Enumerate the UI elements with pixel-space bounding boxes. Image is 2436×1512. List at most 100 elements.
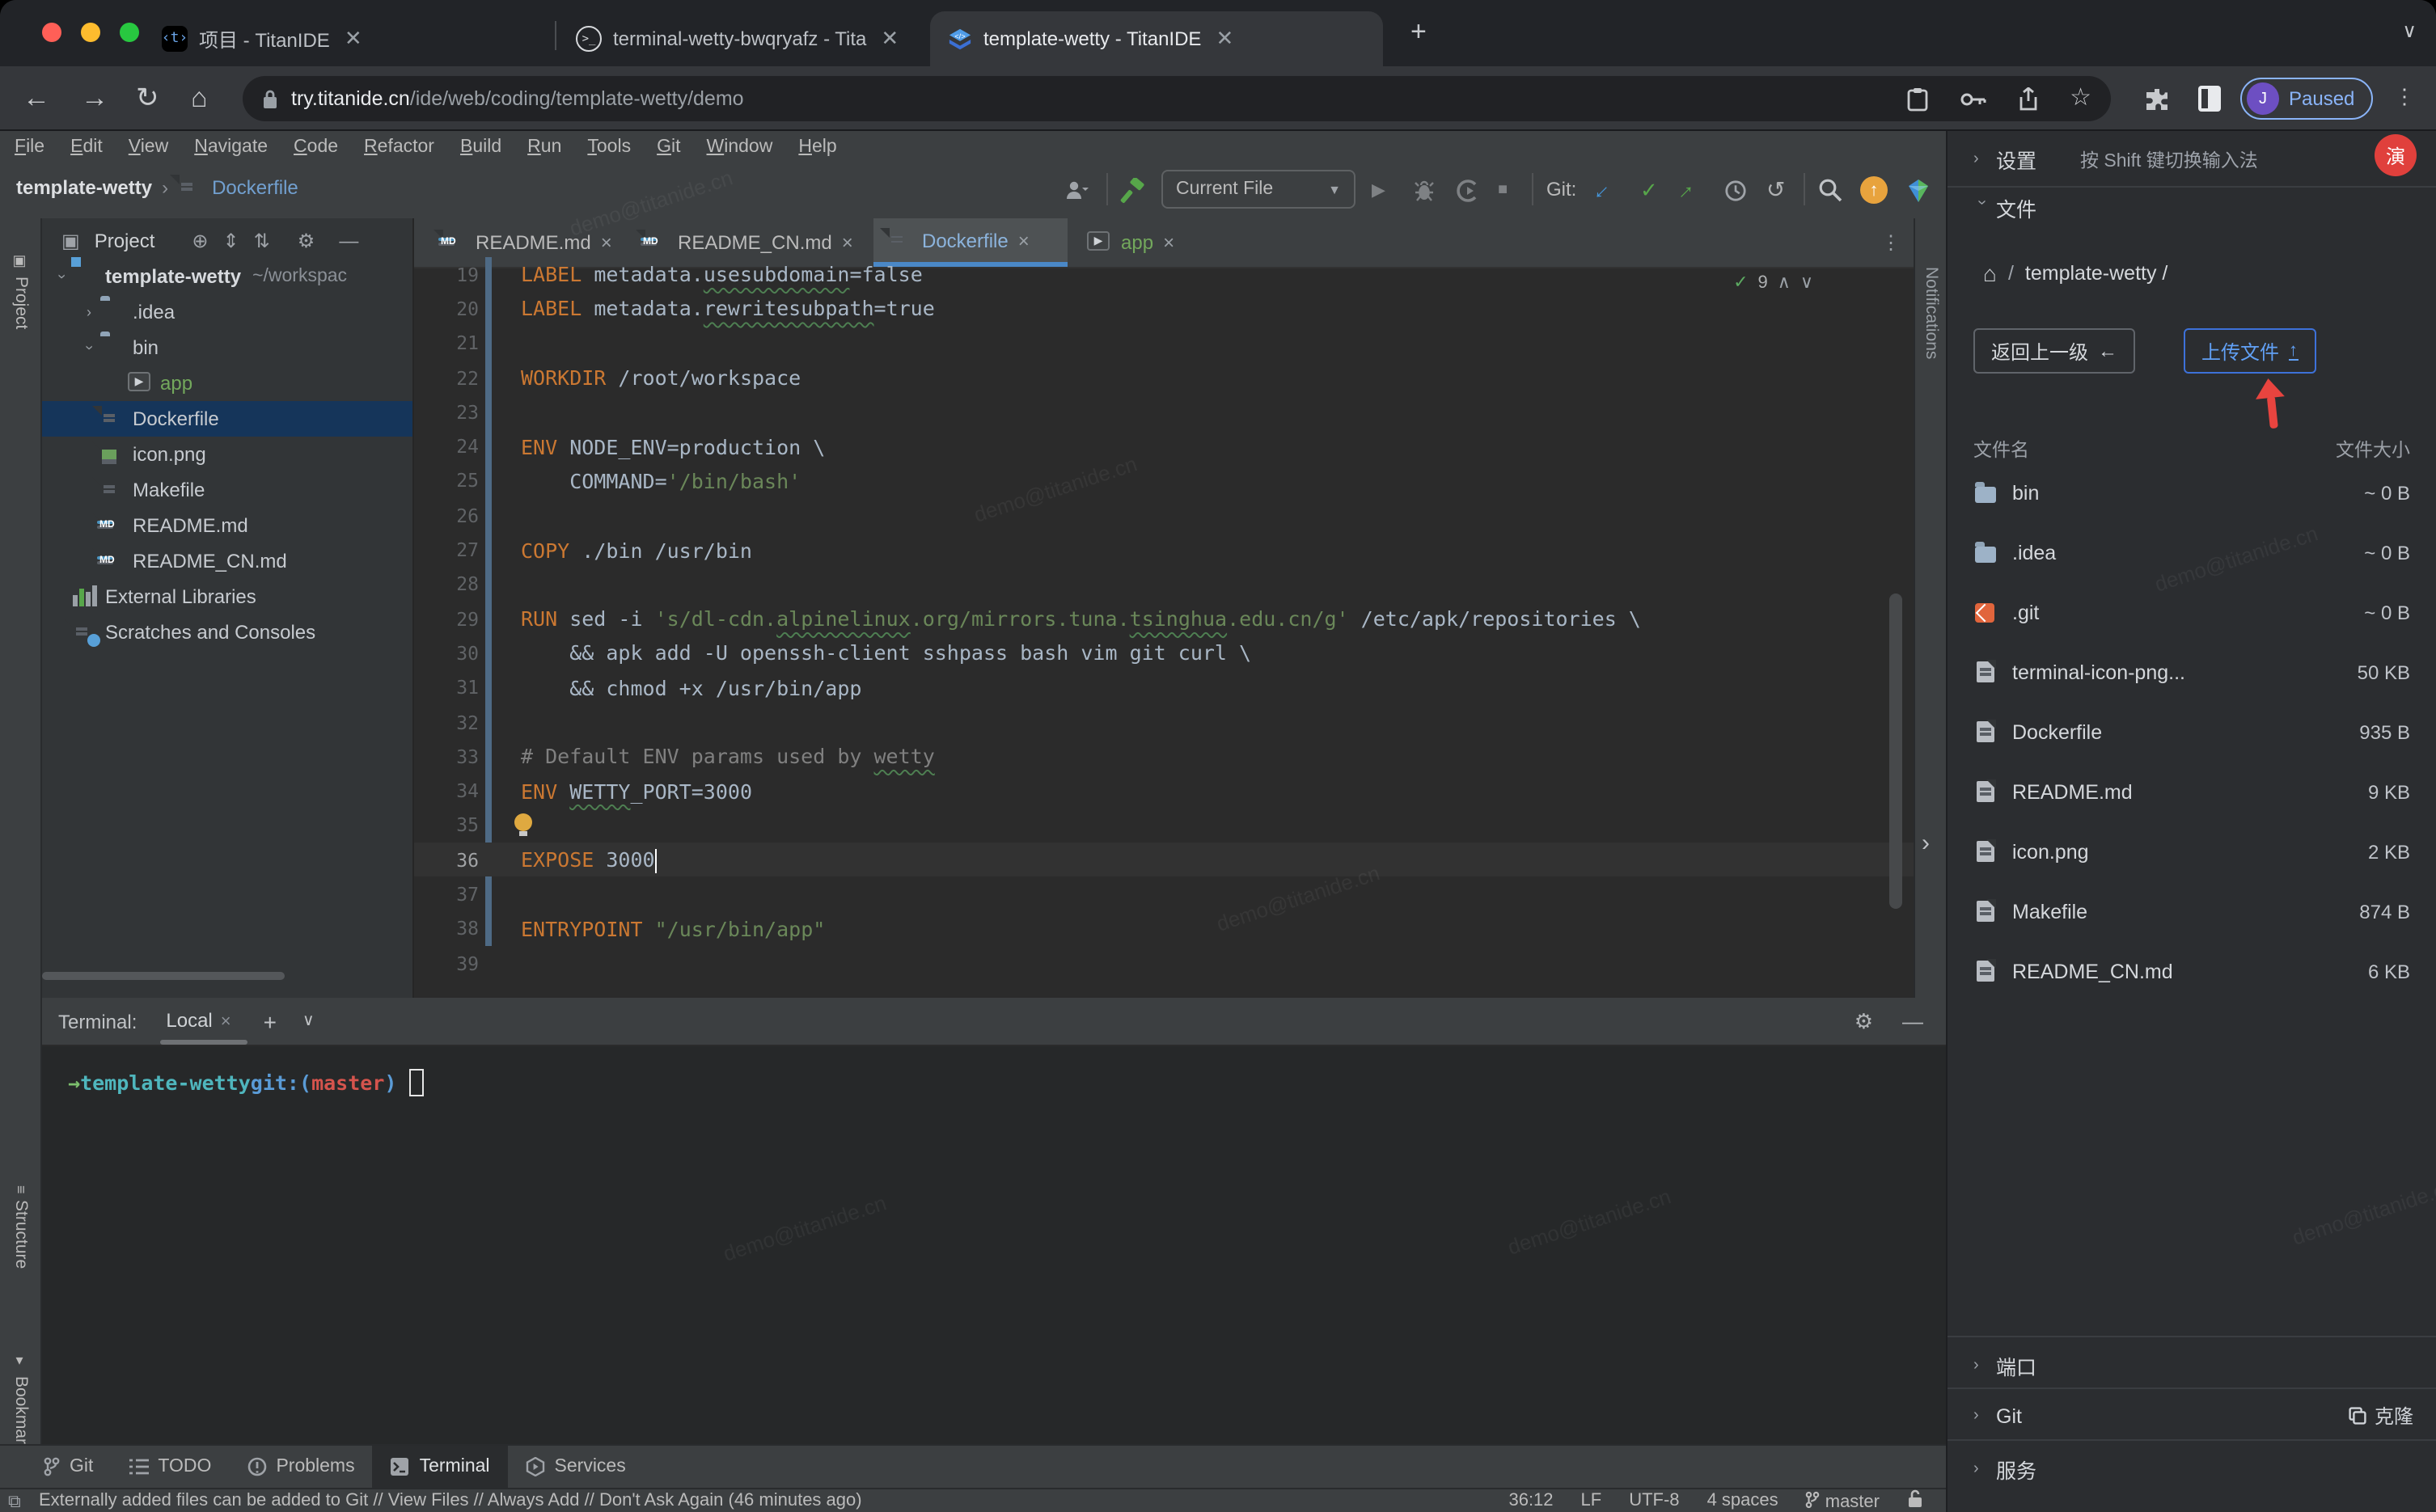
run-configuration-select[interactable]: Current File ▼ (1161, 170, 1355, 209)
file-row[interactable]: README_CN.md 6 KB (1973, 941, 2410, 1001)
tree-item[interactable]: icon.png (42, 437, 412, 472)
status-item[interactable]: LF (1581, 1491, 1602, 1510)
tree-item[interactable]: Scratches and Consoles (42, 615, 412, 650)
menu-code[interactable]: Code (294, 137, 338, 156)
menu-help[interactable]: Help (798, 137, 836, 156)
settings-section[interactable]: › 设置 (1973, 144, 2036, 175)
menu-edit[interactable]: Edit (70, 137, 103, 156)
editor-tabs-more-icon[interactable]: ⋮ (1881, 231, 1901, 254)
back-icon[interactable]: ← (23, 79, 50, 118)
toolwindow-button-terminal[interactable]: Terminal (372, 1446, 508, 1488)
code-line[interactable]: 31 && chmod +x /usr/bin/app (414, 670, 1914, 705)
home-icon[interactable]: ⌂ (1983, 260, 1997, 286)
unlock-icon[interactable] (1907, 1489, 1923, 1512)
address-bar[interactable]: try.titanide.cn/ide/web/coding/template-… (243, 76, 2111, 121)
side-panel-icon[interactable] (2198, 86, 2221, 112)
status-item[interactable]: 4 spaces (1707, 1491, 1778, 1510)
section-git[interactable]: › Git 克隆 (1973, 1402, 2413, 1430)
menu-window[interactable]: Window (707, 137, 773, 156)
panel-settings-gear-icon[interactable]: ⚙ (298, 230, 315, 252)
git-push-icon[interactable]: ↑ (1671, 173, 1705, 207)
files-path[interactable]: ⌂ / template-wetty / (1983, 260, 2167, 286)
stripe-structure-tab[interactable]: ≡ Structure (0, 1185, 42, 1269)
tree-item[interactable]: External Libraries (42, 579, 412, 615)
bookmark-star-icon[interactable]: ☆ (2070, 86, 2091, 110)
tree-item[interactable]: › .idea (42, 294, 412, 330)
terminal-tab-local[interactable]: Local × (159, 1008, 247, 1044)
upload-file-button[interactable]: 上传文件 ↑ (2184, 328, 2316, 374)
file-row[interactable]: Dockerfile 935 B (1973, 702, 2410, 762)
debug-bug-icon[interactable] (1414, 171, 1435, 209)
code-line[interactable]: 29 RUN sed -i 's/dl-cdn.alpinelinux.org/m… (414, 602, 1914, 636)
code-line[interactable]: 30 && apk add -U openssh-client sshpass … (414, 636, 1914, 671)
browser-tab[interactable]: >_ terminal-wetty-bwqryafz - Tita ✕ (560, 11, 928, 66)
menu-navigate[interactable]: Navigate (194, 137, 268, 156)
files-section-header[interactable]: › 文件 (1973, 192, 2036, 223)
toolwindow-button-services[interactable]: Services (508, 1446, 644, 1488)
project-panel-title[interactable]: Project (95, 230, 155, 252)
code-line[interactable]: 25 COMMAND='/bin/bash' (414, 464, 1914, 499)
close-icon[interactable]: × (221, 1012, 231, 1031)
code-line[interactable]: 19 LABEL metadata.usesubdomain=false (414, 257, 1914, 292)
code-line[interactable]: 36 EXPOSE 3000 (414, 843, 1914, 877)
file-row[interactable]: terminal-icon-png... 50 KB (1973, 642, 2410, 702)
toolwindow-button-todo[interactable]: TODO (111, 1446, 229, 1488)
code-line[interactable]: 27 COPY ./bin /usr/bin (414, 533, 1914, 568)
close-tab-icon[interactable]: × (1163, 231, 1174, 254)
home-icon[interactable]: ⌂ (191, 79, 208, 118)
stripe-project-tab[interactable]: ▣ Project (0, 254, 42, 329)
search-everywhere-icon[interactable] (1818, 171, 1842, 209)
close-window-button[interactable] (42, 23, 61, 42)
tree-item[interactable]: Makefile (42, 472, 412, 508)
breadcrumb[interactable]: template-wetty › Dockerfile (16, 176, 298, 199)
upgrade-orange-icon[interactable]: ↑ (1860, 171, 1888, 209)
section-ports[interactable]: › 端口 (1973, 1350, 2413, 1381)
breadcrumb-file[interactable]: Dockerfile (212, 176, 298, 199)
code-line[interactable]: 37 (414, 877, 1914, 912)
code-line[interactable]: 21 (414, 326, 1914, 361)
back-up-level-button[interactable]: 返回上一级 ← (1973, 328, 2136, 374)
status-item[interactable]: UTF-8 (1629, 1491, 1679, 1510)
terminal-dropdown-chevron-icon[interactable]: ∨ (302, 1012, 315, 1030)
close-tab-icon[interactable]: ✕ (878, 26, 902, 52)
history-clock-icon[interactable] (1724, 171, 1747, 209)
code-line[interactable]: 38 ENTRYPOINT "/usr/bin/app" (414, 911, 1914, 946)
browser-menu-kebab-icon[interactable]: ⋮ (2394, 84, 2415, 110)
file-row[interactable]: icon.png 2 KB (1973, 821, 2410, 881)
profiler-icon[interactable] (1456, 171, 1478, 209)
file-row[interactable]: .git ~ 0 B (1973, 582, 2410, 642)
tab-search-chevron-icon[interactable]: ∨ (2402, 19, 2417, 42)
code-line[interactable]: 33 # Default ENV params used by wetty (414, 739, 1914, 774)
expand-all-icon[interactable]: ⇕ (223, 230, 239, 252)
menu-refactor[interactable]: Refactor (364, 137, 434, 156)
status-message[interactable]: Externally added files can be added to G… (39, 1491, 862, 1510)
menu-file[interactable]: File (15, 137, 44, 156)
menu-build[interactable]: Build (460, 137, 501, 156)
new-terminal-button[interactable]: + (264, 1008, 277, 1034)
status-window-icon[interactable]: ⧉ (8, 1493, 21, 1512)
tree-chevron-icon[interactable]: › (81, 340, 97, 356)
code-line[interactable]: 23 (414, 395, 1914, 429)
file-row[interactable]: .idea ~ 0 B (1973, 522, 2410, 582)
toolwindow-button-git[interactable]: Git (26, 1446, 111, 1488)
tree-chevron-icon[interactable]: › (81, 304, 97, 320)
status-git-branch[interactable]: master (1806, 1490, 1880, 1511)
close-tab-icon[interactable]: ✕ (341, 26, 366, 52)
clone-button[interactable]: 克隆 (2349, 1402, 2413, 1430)
breadcrumb-project[interactable]: template-wetty (16, 176, 152, 199)
editor-scrollbar[interactable] (1889, 593, 1902, 909)
maximize-window-button[interactable] (120, 23, 139, 42)
file-row[interactable]: Makefile 874 B (1973, 881, 2410, 941)
code-line[interactable]: 35 (414, 809, 1914, 843)
stop-button[interactable]: ■ (1498, 171, 1508, 209)
status-item[interactable]: 36:12 (1508, 1491, 1553, 1510)
tree-chevron-icon[interactable]: › (53, 268, 70, 285)
key-icon[interactable] (1960, 91, 1986, 106)
close-tab-icon[interactable]: × (842, 231, 853, 254)
minimize-window-button[interactable] (81, 23, 100, 42)
expand-panel-chevron-icon[interactable]: › (1922, 830, 1930, 857)
git-update-icon[interactable]: ↓ (1587, 173, 1621, 207)
horizontal-scrollbar[interactable] (42, 972, 285, 980)
share-icon[interactable] (2018, 87, 2037, 111)
code-line[interactable]: 28 (414, 567, 1914, 602)
